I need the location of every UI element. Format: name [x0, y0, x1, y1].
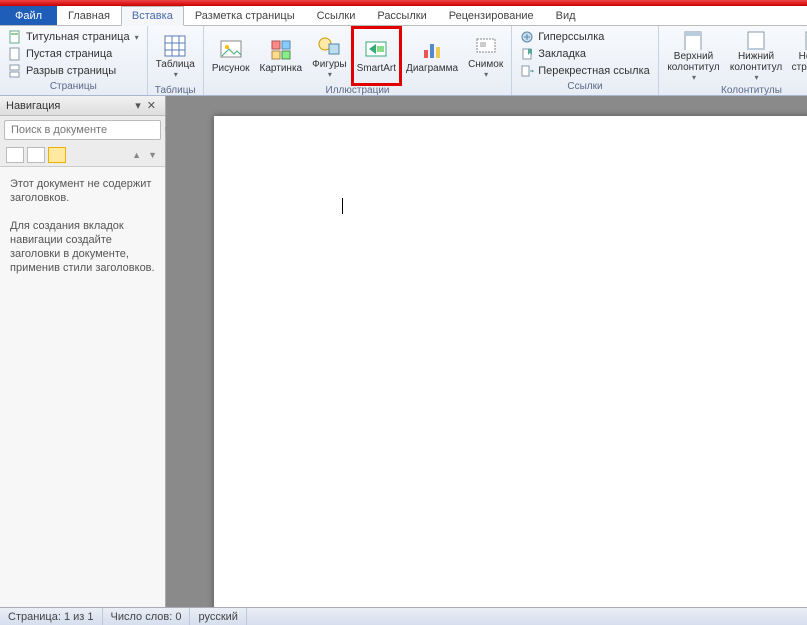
tab-insert[interactable]: Вставка	[121, 6, 184, 26]
status-page[interactable]: Страница: 1 из 1	[0, 608, 103, 625]
clipart-label: Картинка	[260, 63, 303, 74]
pagenumber-label: Номер страницы	[792, 51, 807, 73]
hyperlink-button[interactable]: Гиперссылка	[516, 29, 654, 45]
group-tables: Таблица Таблицы	[148, 26, 204, 95]
bookmark-icon	[520, 47, 534, 61]
nav-message-1: Этот документ не содержит заголовков.	[10, 177, 155, 205]
page-break-button[interactable]: Разрыв страницы	[4, 63, 143, 79]
pagenumber-icon: #	[802, 30, 807, 50]
nav-tab-results[interactable]	[48, 147, 66, 163]
footer-button[interactable]: Нижний колонтитул	[726, 28, 786, 84]
title-page-button[interactable]: Титульная страница	[4, 29, 143, 45]
bookmark-button[interactable]: Закладка	[516, 46, 654, 62]
smartart-button[interactable]: SmartArt	[353, 28, 400, 84]
screenshot-icon	[474, 34, 498, 58]
tab-layout[interactable]: Разметка страницы	[184, 6, 306, 25]
bookmark-label: Закладка	[538, 48, 586, 60]
nav-tab-pages[interactable]	[27, 147, 45, 163]
navigation-tabs: ▲ ▼	[0, 144, 165, 167]
group-links: Гиперссылка Закладка Перекрестная ссылка…	[512, 26, 659, 95]
chart-icon	[420, 38, 444, 62]
hyperlink-icon	[520, 30, 534, 44]
status-language[interactable]: русский	[190, 608, 246, 625]
nav-tab-headings[interactable]	[6, 147, 24, 163]
page-break-icon	[8, 64, 22, 78]
search-input[interactable]	[5, 121, 159, 139]
header-label: Верхний колонтитул	[667, 51, 720, 73]
document-page[interactable]	[214, 116, 807, 607]
crossref-label: Перекрестная ссылка	[538, 65, 650, 77]
navigation-pane: Навигация ▾ ✕ 🔍 ▲ ▼ Этот документ не сод…	[0, 96, 166, 607]
navigation-close-icon[interactable]: ✕	[144, 99, 159, 112]
header-icon	[681, 30, 705, 50]
navigation-dropdown-icon[interactable]: ▾	[132, 99, 144, 112]
tab-file[interactable]: Файл	[0, 6, 57, 25]
workspace: Навигация ▾ ✕ 🔍 ▲ ▼ Этот документ не сод…	[0, 96, 807, 607]
blank-page-label: Пустая страница	[26, 48, 112, 60]
page-icon	[8, 30, 22, 44]
ribbon: Титульная страница Пустая страница Разры…	[0, 26, 807, 96]
chart-label: Диаграмма	[406, 63, 458, 74]
nav-next-icon[interactable]: ▼	[146, 150, 159, 160]
hyperlink-label: Гиперссылка	[538, 31, 604, 43]
picture-label: Рисунок	[212, 63, 250, 74]
ribbon-tabs: Файл Главная Вставка Разметка страницы С…	[0, 6, 807, 26]
picture-button[interactable]: Рисунок	[208, 28, 254, 84]
header-button[interactable]: Верхний колонтитул	[663, 28, 724, 84]
group-label-pages: Страницы	[4, 80, 143, 93]
navigation-title: Навигация	[6, 100, 60, 112]
group-headerfooter: Верхний колонтитул Нижний колонтитул # Н…	[659, 26, 807, 95]
blank-page-button[interactable]: Пустая страница	[4, 46, 143, 62]
table-icon	[163, 34, 187, 58]
pagenumber-button[interactable]: # Номер страницы	[788, 28, 807, 84]
crossref-button[interactable]: Перекрестная ссылка	[516, 63, 654, 79]
footer-icon	[744, 30, 768, 50]
nav-prev-icon[interactable]: ▲	[130, 150, 143, 160]
shapes-button[interactable]: Фигуры	[308, 28, 350, 84]
footer-label: Нижний колонтитул	[730, 51, 782, 73]
tab-references[interactable]: Ссылки	[306, 6, 367, 25]
table-label: Таблица	[156, 59, 195, 70]
shapes-icon	[317, 34, 341, 58]
shapes-label: Фигуры	[312, 59, 346, 70]
tab-review[interactable]: Рецензирование	[438, 6, 545, 25]
smartart-label: SmartArt	[357, 63, 396, 74]
clipart-button[interactable]: Картинка	[256, 28, 307, 84]
document-area[interactable]	[166, 96, 807, 607]
screenshot-button[interactable]: Снимок	[464, 28, 507, 84]
chart-button[interactable]: Диаграмма	[402, 28, 462, 84]
nav-message-2: Для создания вкладок навигации создайте …	[10, 219, 155, 275]
group-label-links: Ссылки	[516, 80, 654, 93]
blank-page-icon	[8, 47, 22, 61]
title-page-label: Титульная страница	[26, 31, 130, 43]
page-break-label: Разрыв страницы	[26, 65, 116, 77]
tab-home[interactable]: Главная	[57, 6, 121, 25]
tab-view[interactable]: Вид	[545, 6, 587, 25]
navigation-body: Этот документ не содержит заголовков. Дл…	[0, 167, 165, 607]
navigation-header: Навигация ▾ ✕	[0, 96, 165, 116]
status-words[interactable]: Число слов: 0	[103, 608, 191, 625]
table-button[interactable]: Таблица	[152, 28, 199, 84]
tab-mailings[interactable]: Рассылки	[366, 6, 437, 25]
picture-icon	[219, 38, 243, 62]
crossref-icon	[520, 64, 534, 78]
navigation-search[interactable]: 🔍	[4, 120, 161, 140]
text-cursor	[342, 198, 343, 214]
group-pages: Титульная страница Пустая страница Разры…	[0, 26, 148, 95]
status-bar: Страница: 1 из 1 Число слов: 0 русский	[0, 607, 807, 625]
clipart-icon	[269, 38, 293, 62]
smartart-icon	[364, 38, 388, 62]
group-illustrations: Рисунок Картинка Фигуры SmartArt Диаграм…	[204, 26, 512, 95]
screenshot-label: Снимок	[468, 59, 503, 70]
